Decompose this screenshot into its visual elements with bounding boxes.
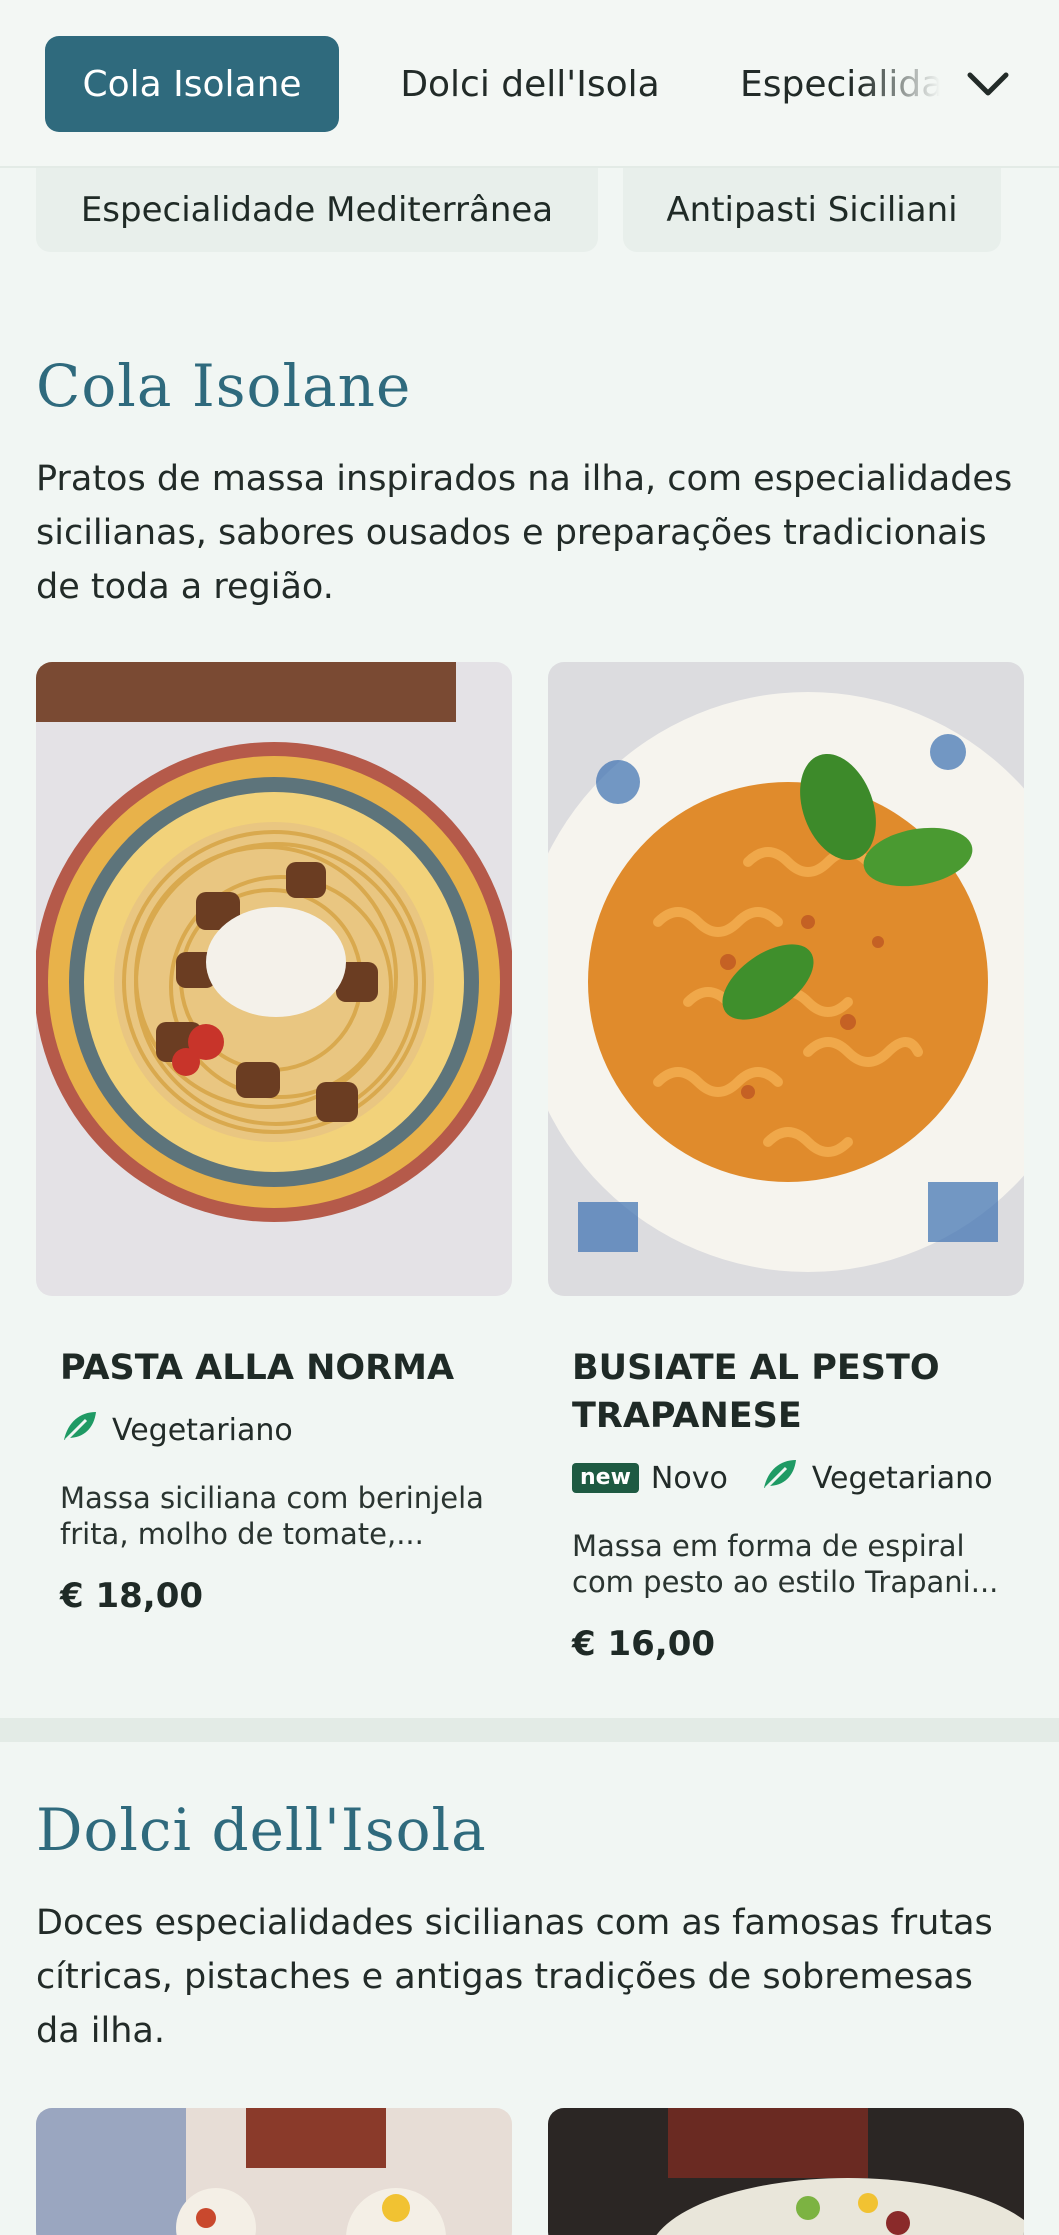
dish-price: € 16,00 (572, 1624, 716, 1664)
dish-description: Massa siciliana com berinjela frita, mol… (60, 1481, 484, 1551)
dish-tags: new Novo Vegetariano (572, 1456, 993, 1500)
chip-antipasti-siciliani[interactable]: Antipasti Siciliani (623, 168, 1001, 252)
dish-image-pasta-alla-norma[interactable] (36, 662, 512, 1296)
dish-image[interactable] (548, 2108, 1024, 2235)
tab-cola-isolane[interactable]: Cola Isolane (45, 36, 339, 132)
tab-especialidade-mediterranea[interactable]: Especialidade Mediterrânea (740, 36, 940, 132)
section-description: Doces especialidades sicilianas com as f… (36, 1903, 993, 2051)
chip-especialidade-mediterranea[interactable]: Especialidade Mediterrânea (36, 168, 598, 252)
dish-name[interactable]: BUSIATE AL PESTO TRAPANESE (572, 1344, 992, 1440)
category-nav: Cola Isolane Dolci dell'Isola Especialid… (0, 0, 1059, 168)
dish-description: Massa em forma de espiral com pesto ao e… (572, 1529, 999, 1599)
tag-label: Novo (650, 1460, 728, 1496)
vegetarian-leaf-icon (760, 1456, 800, 1500)
new-badge: new (572, 1463, 639, 1493)
tag-label: Vegetariano (112, 1412, 293, 1448)
dish-image[interactable] (36, 2108, 512, 2235)
vegetarian-leaf-icon (60, 1408, 100, 1452)
section-title: Cola Isolane (36, 352, 412, 420)
tag-label: Vegetariano (811, 1460, 993, 1496)
dish-name[interactable]: PASTA ALLA NORMA (60, 1344, 480, 1392)
section-divider (0, 1718, 1059, 1742)
chevron-down-icon[interactable] (960, 56, 1016, 112)
dish-price: € 18,00 (60, 1576, 204, 1616)
tab-dolci-dell-isola[interactable]: Dolci dell'Isola (380, 36, 680, 132)
dish-tags: Vegetariano (60, 1408, 293, 1452)
section-description: Pratos de massa inspirados na ilha, com … (36, 459, 1013, 607)
dish-image-busiate-al-pesto-trapanese[interactable] (548, 662, 1024, 1296)
section-title: Dolci dell'Isola (36, 1796, 487, 1864)
